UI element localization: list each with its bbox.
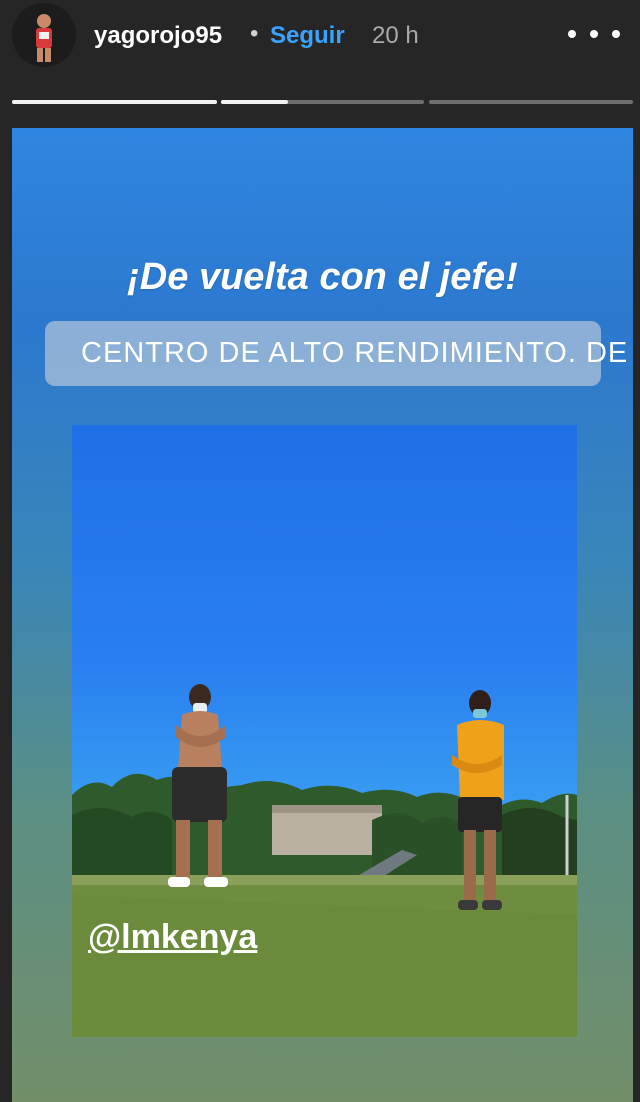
more-horizontal-icon[interactable]: [568, 14, 620, 54]
story-caption: ¡De vuelta con el jefe!: [127, 256, 518, 298]
story-progress-3: [429, 100, 633, 104]
mention-sticker[interactable]: @lmkenya: [88, 918, 257, 957]
username[interactable]: yagorojo95: [94, 22, 222, 50]
separator-dot: •: [250, 20, 259, 47]
more-dot: [612, 30, 620, 38]
avatar-image: [12, 3, 76, 67]
more-dot: [568, 30, 576, 38]
location-text: CENTRO DE ALTO RENDIMIENTO. DE M...: [81, 337, 633, 369]
progress-fill: [12, 100, 217, 104]
progress-fill: [221, 100, 288, 104]
post-time: 20 h: [372, 22, 419, 49]
more-dot: [590, 30, 598, 38]
story-content[interactable]: ¡De vuelta con el jefe! CENTRO DE ALTO R…: [12, 128, 633, 1102]
story-progress-1: [12, 100, 217, 104]
story-progress-2: [221, 100, 424, 104]
follow-button[interactable]: Seguir: [270, 22, 345, 50]
story-header: yagorojo95 • Seguir 20 h: [0, 0, 640, 80]
avatar[interactable]: [12, 3, 76, 67]
location-sticker[interactable]: CENTRO DE ALTO RENDIMIENTO. DE M...: [45, 321, 633, 386]
